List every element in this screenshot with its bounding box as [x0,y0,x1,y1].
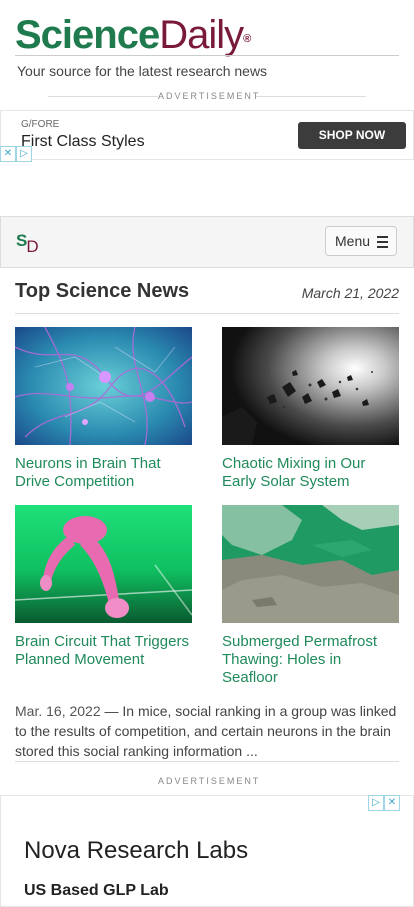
ad-choices-bottom[interactable]: ▷ ✕ [368,795,400,811]
ad-label-line-left [48,96,158,97]
ad-close-icon-bottom[interactable]: ✕ [384,795,400,811]
hamburger-icon [377,236,388,251]
ad-bottom-title: Nova Research Labs [24,837,249,864]
nav-logo[interactable]: SD [16,231,40,256]
article-title-2[interactable]: Chaotic Mixing in Our Early Solar System [222,455,399,491]
section-divider [15,313,399,314]
tagline: Your source for the latest research news [17,63,268,79]
summary-dash: — [104,703,119,719]
permafrost-image[interactable] [222,505,399,623]
ad-info-icon-bottom[interactable]: ▷ [368,795,384,811]
ad-headline: First Class Styles [21,133,145,150]
registered-mark: ® [243,33,251,45]
ad-info-icon[interactable]: ▷ [16,146,32,162]
shop-now-button[interactable]: SHOP NOW [298,122,406,149]
summary-divider [15,761,399,762]
asteroids-image[interactable] [222,327,399,445]
ad-brand: G/FORE [21,119,60,130]
ad-label-top: ADVERTISEMENT [158,91,261,101]
ad-choices-top[interactable]: ✕ ▷ [0,146,32,162]
nav-bar: SD Menu [0,216,414,268]
section-title: Top Science News [15,280,190,302]
nav-logo-d: D [26,237,39,256]
runner-image[interactable] [15,505,192,623]
article-title-1[interactable]: Neurons in Brain That Drive Competition [15,455,192,491]
article-title-3[interactable]: Brain Circuit That Triggers Planned Move… [15,633,192,669]
section-date: March 21, 2022 [301,285,399,301]
neurons-image[interactable] [15,327,192,445]
header-divider [15,55,399,56]
ad-label-line-right [256,96,366,97]
article-title-4[interactable]: Submerged Permafrost Thawing: Holes in S… [222,633,399,687]
ad-bottom-subtitle: US Based GLP Lab [24,882,169,899]
logo-science-text: Science [15,13,160,57]
logo-daily-text: Daily [159,13,244,57]
menu-button[interactable]: Menu [325,226,397,256]
top-banner-ad[interactable]: G/FORE First Class Styles SHOP NOW [0,110,414,160]
menu-label: Menu [335,233,371,249]
summary-date: Mar. 16, 2022 [15,703,101,719]
article-summary: Mar. 16, 2022 — In mice, social ranking … [15,701,399,761]
ad-label-bottom: ADVERTISEMENT [158,776,261,786]
bottom-banner-ad[interactable]: Nova Research Labs US Based GLP Lab [0,795,414,907]
site-logo[interactable]: ScienceDaily® [15,12,251,58]
ad-close-icon[interactable]: ✕ [0,146,16,162]
